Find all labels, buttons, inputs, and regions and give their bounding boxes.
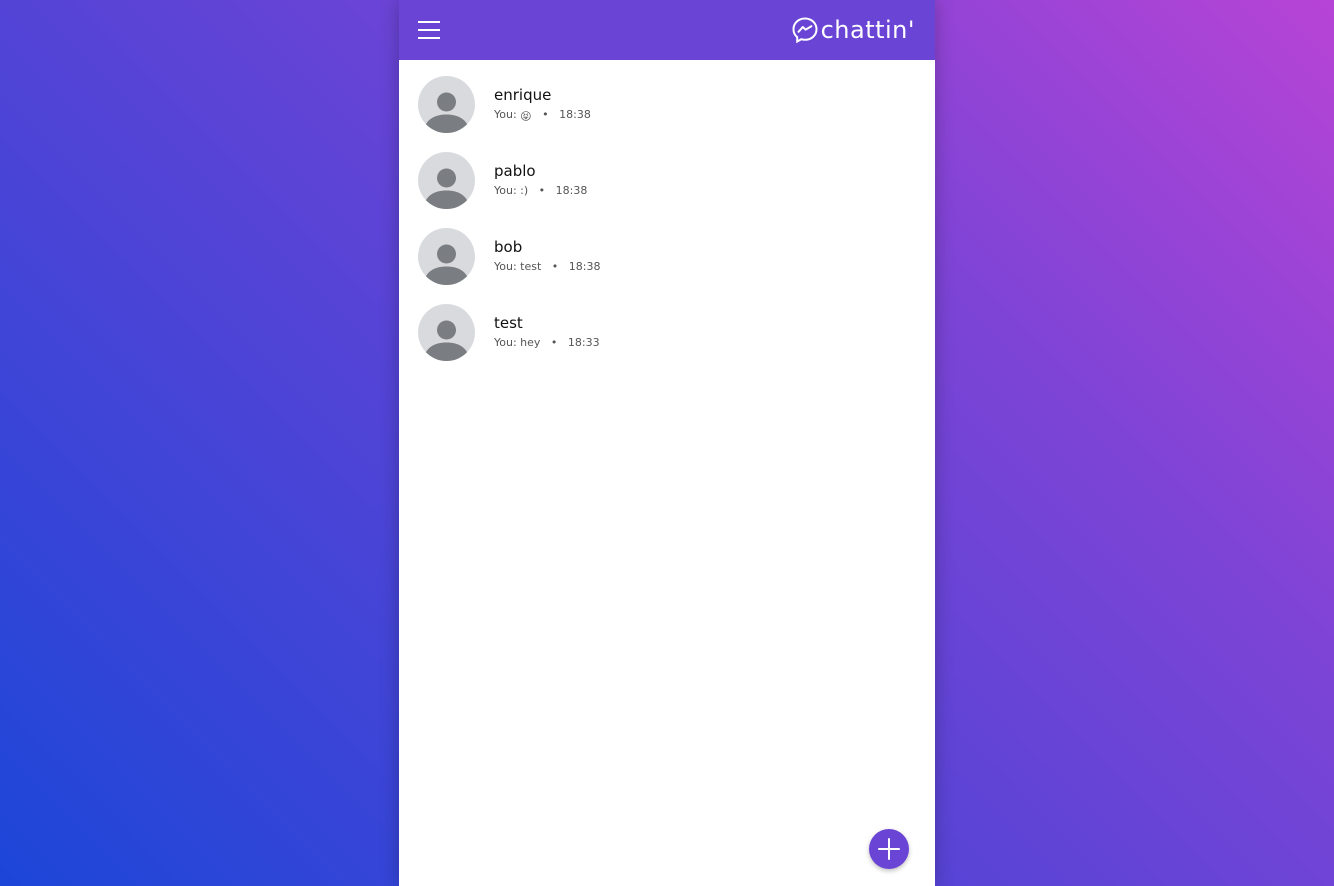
last-message: hey xyxy=(520,336,541,349)
conversation-list: enrique You: 😝 • 18:38 pablo You::) • 1… xyxy=(399,60,935,379)
message-time: 18:38 xyxy=(555,184,588,197)
app-panel: chattin' enrique You: 😝 • 18:38 pablo Yo… xyxy=(399,0,935,886)
message-time: 18:38 xyxy=(568,260,601,273)
last-message-meta: You: hey • 18:33 xyxy=(494,336,600,350)
brand-logo: chattin' xyxy=(791,14,915,46)
conversation-item-bob[interactable]: bob You: test • 18:38 xyxy=(399,227,935,303)
message-prefix: You: xyxy=(494,336,517,349)
hamburger-menu-icon[interactable] xyxy=(418,19,440,41)
conversation-item-pablo[interactable]: pablo You: :) • 18:38 xyxy=(399,151,935,227)
separator-dot: • xyxy=(542,108,549,121)
plus-icon xyxy=(878,838,900,860)
last-message-meta: You: :) • 18:38 xyxy=(494,184,587,198)
last-message-meta: You: 😝 • 18:38 xyxy=(494,108,591,124)
avatar xyxy=(418,152,475,209)
avatar xyxy=(418,228,475,285)
contact-name: pablo xyxy=(494,162,536,180)
message-prefix: You: xyxy=(494,260,517,273)
avatar xyxy=(418,76,475,133)
last-message-meta: You: test • 18:38 xyxy=(494,260,601,274)
chat-bubble-logo-icon xyxy=(792,17,818,44)
contact-name: bob xyxy=(494,238,523,256)
conversation-item-enrique[interactable]: enrique You: 😝 • 18:38 xyxy=(399,75,935,151)
message-time: 18:33 xyxy=(567,336,600,349)
separator-dot: • xyxy=(550,336,558,349)
last-message: test xyxy=(520,260,542,273)
user-placeholder-icon xyxy=(423,244,470,285)
message-time: 18:38 xyxy=(559,108,591,121)
user-placeholder-icon xyxy=(423,168,470,209)
last-message: :) xyxy=(520,184,529,197)
message-prefix: You: xyxy=(494,184,517,197)
avatar xyxy=(418,304,475,361)
separator-dot: • xyxy=(551,260,559,273)
top-bar: chattin' xyxy=(399,0,935,60)
brand-name: chattin' xyxy=(820,16,915,44)
contact-name: enrique xyxy=(494,86,552,104)
conversation-item-test[interactable]: test You: hey • 18:33 xyxy=(399,303,935,379)
new-chat-button[interactable] xyxy=(869,829,909,869)
user-placeholder-icon xyxy=(423,92,470,133)
user-placeholder-icon xyxy=(423,320,470,361)
message-prefix: You: xyxy=(494,108,517,121)
last-message: 😝 xyxy=(520,110,532,123)
separator-dot: • xyxy=(538,184,546,197)
contact-name: test xyxy=(494,314,523,332)
